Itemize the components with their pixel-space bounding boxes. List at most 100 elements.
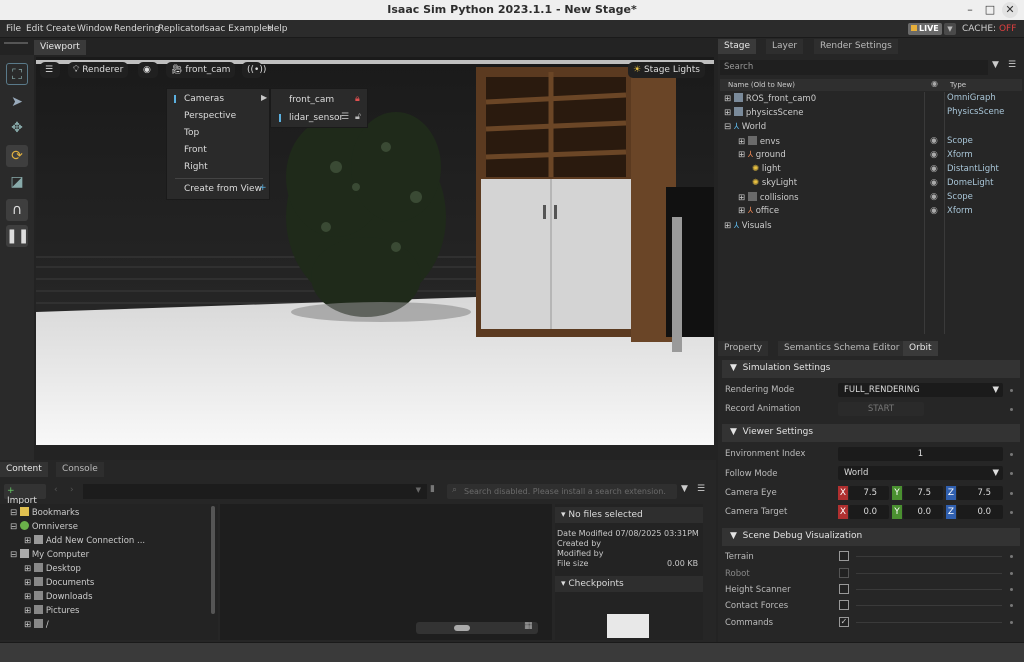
import-button[interactable]: + Import [4, 484, 46, 506]
hamburger-icon[interactable]: ☰ [1008, 60, 1016, 70]
reset-dot[interactable] [1010, 511, 1013, 514]
chevron-down-icon[interactable]: ▼ [416, 486, 421, 494]
reset-dot[interactable] [1010, 588, 1013, 591]
menu-edit[interactable]: Edit [26, 24, 43, 34]
visibility-eye-icon[interactable]: ◉ [930, 136, 938, 146]
stage-row-envs[interactable]: ⊞ envs [738, 136, 780, 147]
camera-target-y[interactable]: 0.0 [903, 505, 943, 519]
menu-isaac-examples[interactable]: Isaac Examples [202, 24, 272, 34]
menu-window[interactable]: Window [77, 24, 113, 34]
tab-orbit[interactable]: Orbit [903, 341, 938, 356]
reset-dot[interactable] [1010, 572, 1013, 575]
tab-stage[interactable]: Stage [718, 39, 757, 54]
tree-item-desktop[interactable]: ⊞ Desktop [24, 563, 81, 574]
maximize-icon[interactable]: □ [982, 2, 998, 18]
checkpoints-header[interactable]: ▾ Checkpoints [555, 576, 703, 592]
debug-contact-forces-checkbox[interactable] [839, 600, 849, 610]
tree-item-omniverse[interactable]: ⊟ Omniverse [10, 521, 78, 532]
visibility-eye-icon[interactable]: ◉ [930, 178, 938, 188]
menu-create[interactable]: Create [46, 24, 76, 34]
bookmark-icon[interactable]: ▮ [430, 484, 435, 494]
menu-file[interactable]: File [6, 24, 21, 34]
viewport-canvas[interactable]: ☰ 💡︎ Renderer ◉ 🎥︎ front_cam ((•)) ☀ Sta… [36, 57, 714, 445]
menu-rendering[interactable]: Rendering [114, 24, 160, 34]
stage-row-ground[interactable]: ⊞ ⅄ ground [738, 150, 786, 160]
minimize-icon[interactable]: – [962, 2, 978, 18]
stage-row-world[interactable]: ⊟ ⅄ World [724, 122, 766, 132]
camera-eye-y[interactable]: 7.5 [903, 486, 943, 500]
tree-item-bookmarks[interactable]: ⊟ Bookmarks [10, 507, 79, 518]
stage-row-collisions[interactable]: ⊞ collisions [738, 192, 799, 203]
visibility-eye-icon[interactable]: ◉ [930, 192, 938, 202]
stage-row-visuals[interactable]: ⊞ ⅄ Visuals [724, 221, 772, 231]
reset-dot[interactable] [1010, 621, 1013, 624]
camera-target-x[interactable]: 0.0 [849, 505, 889, 519]
stage-row-office[interactable]: ⊞ ⅄ office [738, 206, 779, 216]
stage-row-physics-scene[interactable]: ⊞ physicsScene [724, 107, 803, 118]
tree-item-add-connection[interactable]: ⊞ Add New Connection ... [24, 535, 145, 546]
tree-item-documents[interactable]: ⊞ Documents [24, 577, 94, 588]
reset-dot[interactable] [1010, 408, 1013, 411]
pause-icon[interactable]: ❚❚ [6, 225, 29, 247]
drag-handle-icon[interactable] [4, 42, 28, 44]
visibility-eye-icon[interactable]: ◉ [930, 206, 938, 216]
viewer-settings-header[interactable]: ▼ Viewer Settings [722, 424, 1020, 442]
filter-icon[interactable]: ▼ [992, 60, 999, 70]
camera-button[interactable]: 🎥︎ front_cam [166, 62, 236, 78]
zoom-slider[interactable] [416, 622, 538, 634]
reset-dot[interactable] [1010, 472, 1013, 475]
visibility-eye-icon[interactable]: ◉ [930, 164, 938, 174]
debug-height-scanner-checkbox[interactable] [839, 584, 849, 594]
stage-lights-button[interactable]: ☀ Stage Lights [628, 62, 705, 78]
live-button[interactable]: LIVE [908, 23, 942, 35]
tree-item-pictures[interactable]: ⊞ Pictures [24, 605, 80, 616]
unlock-icon[interactable]: 🔓︎ [355, 112, 361, 122]
tab-console[interactable]: Console [56, 462, 104, 477]
move-icon[interactable]: ✥ [6, 117, 28, 139]
stage-row-light[interactable]: ✺ light [752, 164, 781, 174]
select-mode-icon[interactable]: ⛶ [6, 63, 28, 85]
reset-dot[interactable] [1010, 555, 1013, 558]
tree-item-downloads[interactable]: ⊞ Downloads [24, 591, 93, 602]
reset-dot[interactable] [1010, 492, 1013, 495]
eye-icon[interactable]: ◉ [138, 62, 158, 78]
filter-icon[interactable]: ▼ [681, 484, 688, 494]
tree-item-root[interactable]: ⊞ / [24, 619, 49, 630]
menu-item-perspective[interactable]: Perspective [184, 111, 236, 121]
debug-terrain-checkbox[interactable] [839, 551, 849, 561]
back-icon[interactable]: ‹ [54, 485, 58, 495]
content-search-input[interactable]: Search disabled. Please install a search… [447, 484, 677, 499]
menu-help[interactable]: Help [267, 24, 288, 34]
follow-mode-dropdown[interactable]: World ▼ [838, 466, 1003, 480]
menu-item-cameras[interactable]: Cameras [184, 94, 224, 104]
env-index-field[interactable]: 1 [838, 447, 1003, 461]
submenu-lidar-sensor[interactable]: lidar_sensor [289, 113, 343, 123]
col-name[interactable]: Name (Old to New) [728, 81, 795, 89]
menu-item-right[interactable]: Right [184, 162, 208, 172]
tree-scrollbar[interactable] [211, 506, 215, 614]
tab-property[interactable]: Property [718, 341, 769, 356]
tab-semantics-schema-editor[interactable]: Semantics Schema Editor [778, 341, 906, 356]
pointer-icon[interactable]: ➤ [6, 91, 28, 113]
col-type[interactable]: Type [950, 81, 966, 89]
renderer-button[interactable]: 💡︎ Renderer [68, 62, 129, 78]
tab-viewport[interactable]: Viewport [34, 40, 86, 55]
scale-icon[interactable]: ◪ [6, 171, 28, 193]
path-field[interactable]: ▼ [83, 484, 427, 499]
stage-row-skylight[interactable]: ✺ skyLight [752, 178, 797, 188]
menu-item-create-from-view[interactable]: Create from View [184, 184, 262, 194]
stage-row-ros-front-cam[interactable]: ⊞ ROS_front_cam0 [724, 93, 816, 104]
camera-target-z[interactable]: 0.0 [957, 505, 1003, 519]
visibility-eye-icon[interactable]: ◉ [930, 150, 938, 160]
stage-search-input[interactable]: Search [720, 60, 988, 75]
zoom-slider-thumb[interactable] [454, 625, 470, 631]
chevron-down-icon[interactable]: ▼ [944, 23, 956, 35]
rotate-icon[interactable]: ⟳ [6, 145, 28, 167]
hamburger-icon[interactable]: ☰ [697, 484, 705, 494]
rendering-mode-dropdown[interactable]: FULL_RENDERING ▼ [838, 383, 1003, 397]
menu-replicator[interactable]: Replicator [158, 24, 203, 34]
forward-icon[interactable]: › [70, 485, 74, 495]
reset-dot[interactable] [1010, 604, 1013, 607]
camera-eye-z[interactable]: 7.5 [957, 486, 1003, 500]
snap-magnet-icon[interactable]: ∩ [6, 199, 28, 221]
